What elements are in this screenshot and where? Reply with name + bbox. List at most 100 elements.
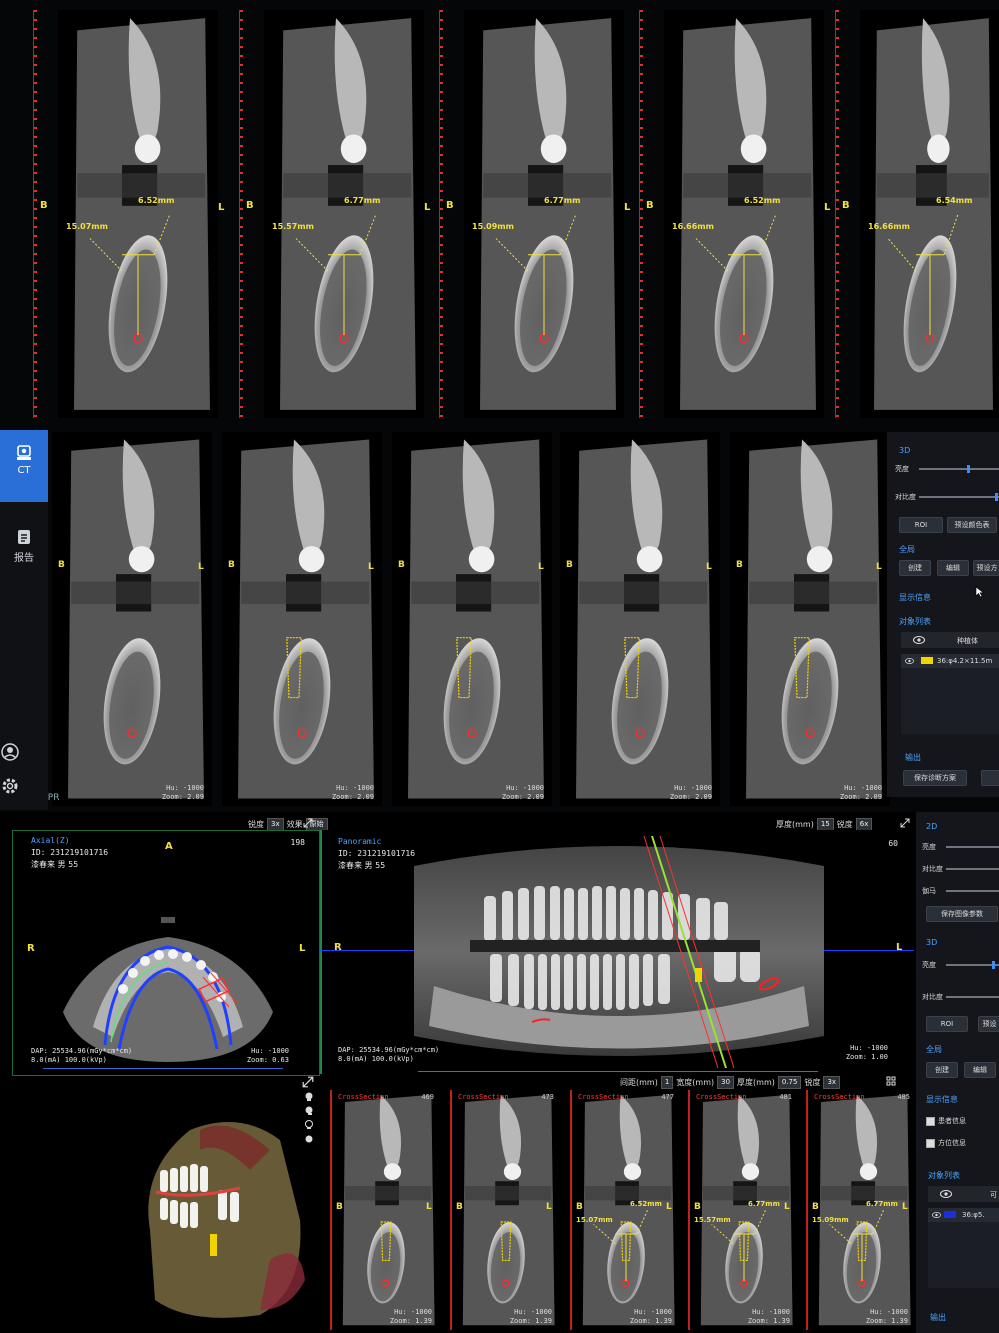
preset-button[interactable]: 预设 bbox=[978, 1016, 999, 1032]
orientation-l: L bbox=[538, 562, 544, 572]
maximize-icon[interactable] bbox=[303, 818, 313, 828]
preset-color-button[interactable]: 预设颜色表 bbox=[947, 517, 997, 533]
roi-button[interactable]: ROI bbox=[899, 517, 943, 533]
eye-icon[interactable] bbox=[940, 1190, 952, 1198]
eye-icon[interactable] bbox=[905, 658, 914, 664]
slice-number: 485 bbox=[897, 1093, 910, 1101]
user-icon[interactable] bbox=[0, 742, 20, 762]
ct-slice-panel[interactable]: B L Hu: -1000 Zoom: 2.09 bbox=[222, 432, 382, 806]
eye-icon[interactable] bbox=[932, 1212, 941, 1218]
cross-section-label: CrossSection bbox=[696, 1093, 747, 1101]
sharpness-label: 锐度 bbox=[836, 820, 853, 829]
ct-slice-panel[interactable]: 15.57mm 6.77mm bbox=[264, 10, 424, 418]
orientation-b: B bbox=[736, 560, 743, 570]
ct-slice-panel[interactable]: 15.07mm 6.52mm bbox=[58, 10, 218, 418]
maximize-icon[interactable] bbox=[900, 818, 910, 828]
ct-slice-panel[interactable]: 15.09mm 6.77mm bbox=[464, 10, 624, 418]
left-sidebar: CT 报告 bbox=[0, 430, 48, 810]
measurement-width: 15.09mm bbox=[472, 222, 514, 231]
3d-render-view[interactable] bbox=[130, 1110, 310, 1325]
create-button[interactable]: 创建 bbox=[899, 560, 931, 576]
settings-icon[interactable] bbox=[0, 776, 20, 796]
implant-name: 36:φ5. bbox=[962, 1211, 985, 1219]
cross-section-view[interactable]: CrossSection 477 B L 15.07mm 6.52mm Hu: -1000 Z… bbox=[570, 1090, 680, 1330]
brightness-slider[interactable] bbox=[919, 465, 999, 473]
create-button[interactable]: 创建 bbox=[926, 1062, 958, 1078]
contrast-3d-slider[interactable] bbox=[946, 996, 999, 998]
ct-slice-panel[interactable]: B L Hu: -1000 Zoom: 2.09 bbox=[730, 432, 890, 806]
ct-slice-panel[interactable]: B L Hu: -1000 Zoom: 2.09 bbox=[392, 432, 552, 806]
gamma-slider[interactable] bbox=[946, 890, 999, 892]
cross-section-view[interactable]: CrossSection 481 B L 15.57mm 6.77mm Hu: -1000 Z… bbox=[688, 1090, 798, 1330]
cross-section-view[interactable]: CrossSection 485 B L 15.09mm 6.77mm Hu: -1000 Z… bbox=[806, 1090, 916, 1330]
object-list-header: 可 bbox=[928, 1186, 999, 1202]
right-panel-bottom: 2D 亮度 对比度 伽马 保存图像参数 3D 亮度 对比度 ROI 预设 全局 … bbox=[916, 812, 999, 1333]
object-list-title: 对象列表 bbox=[928, 1171, 960, 1180]
orientation-b: B bbox=[646, 200, 654, 211]
maximize-icon[interactable] bbox=[302, 1076, 314, 1088]
patient-name: 漆春来 男 55 bbox=[31, 860, 79, 869]
ct-slice-panel[interactable]: 16.66mm 6.54mm bbox=[860, 10, 999, 418]
hu-text: Hu: -1000 bbox=[634, 1308, 672, 1316]
slice-number: 60 bbox=[888, 839, 898, 848]
save-image-params-button[interactable]: 保存图像参数 bbox=[926, 906, 998, 922]
ct-slice-panel[interactable]: B L Hu: -1000 Zoom: 2.09 bbox=[560, 432, 720, 806]
cross-section-view[interactable]: CrossSection 469 B L Hu: -1000 Zoom: 1.39 bbox=[330, 1090, 440, 1330]
width-select[interactable]: 30 bbox=[717, 1076, 735, 1089]
ct-slice-image bbox=[818, 1094, 911, 1326]
ct-slice-image bbox=[680, 18, 816, 410]
measurement-height: 6.77mm bbox=[344, 196, 381, 205]
ct-slice-panel[interactable]: B L Hu: -1000 Zoom: 2.09 bbox=[52, 432, 212, 806]
zoom-text: Zoom: 1.39 bbox=[629, 1317, 672, 1325]
orientation-b: B bbox=[336, 1202, 343, 1212]
slice-number: 469 bbox=[421, 1093, 434, 1101]
edit-button[interactable]: 编辑 bbox=[964, 1062, 996, 1078]
cursor-icon bbox=[975, 586, 985, 598]
effect-label: 效果 bbox=[286, 820, 303, 829]
orientation-info-checkbox[interactable]: 方位信息 bbox=[926, 1138, 966, 1148]
thickness-select[interactable]: 0.75 bbox=[777, 1076, 802, 1089]
measurement-width: 15.09mm bbox=[812, 1216, 849, 1224]
contrast-slider[interactable] bbox=[946, 868, 999, 870]
hu-text: Hu: -1000 bbox=[251, 1047, 289, 1055]
sidebar-item-ct[interactable]: CT bbox=[0, 430, 48, 502]
object-list-title: 对象列表 bbox=[899, 617, 931, 626]
zoom-text: Zoom: 2.09 bbox=[669, 793, 712, 801]
slice-number: 198 bbox=[290, 838, 305, 847]
global-title: 全局 bbox=[926, 1045, 942, 1054]
zoom-text: Zoom: 2.09 bbox=[161, 793, 204, 801]
roi-button[interactable]: ROI bbox=[926, 1016, 968, 1032]
grid-layout-icon[interactable] bbox=[886, 1076, 896, 1086]
patient-info-checkbox[interactable]: 患者信息 bbox=[926, 1116, 966, 1126]
sidebar-item-report[interactable]: 报告 bbox=[0, 518, 48, 590]
brightness-slider[interactable] bbox=[946, 846, 999, 848]
extra-button[interactable] bbox=[981, 770, 999, 786]
hu-zoom-readout: Hu: -1000 Zoom: 2.09 bbox=[670, 784, 712, 802]
measurement-height: 6.54mm bbox=[936, 196, 973, 205]
list-item[interactable]: 36:φ4.2×11.5m bbox=[901, 654, 999, 668]
output-title: 输出 bbox=[905, 753, 921, 762]
cross-section-label: CrossSection bbox=[814, 1093, 865, 1101]
cross-section-view[interactable]: CrossSection 473 B L Hu: -1000 Zoom: 1.39 bbox=[450, 1090, 560, 1330]
ct-slice-panel[interactable]: 16.66mm 6.52mm bbox=[664, 10, 824, 418]
hu-zoom-readout: Hu: -1000 Zoom: 2.09 bbox=[162, 784, 204, 802]
axial-view[interactable]: Axial(Z) ID: 231219101716 漆春来 男 55 198 A… bbox=[12, 830, 320, 1076]
save-plan-button[interactable]: 保存诊断方案 bbox=[903, 770, 967, 786]
orientation-l: L bbox=[198, 562, 204, 572]
preset-button[interactable]: 预设方 bbox=[973, 560, 999, 576]
list-item[interactable]: 36:φ5. bbox=[928, 1208, 999, 1222]
interval-select[interactable]: 1 bbox=[660, 1076, 674, 1089]
contrast-slider[interactable] bbox=[919, 493, 999, 501]
edit-button[interactable]: 编辑 bbox=[937, 560, 969, 576]
sharpness-select[interactable]: 3x bbox=[823, 1076, 841, 1089]
slice-ruler bbox=[239, 10, 243, 418]
hu-zoom-readout: Hu: -1000 Zoom: 1.39 bbox=[630, 1308, 672, 1326]
orientation-l: L bbox=[706, 562, 712, 572]
brightness-3d-slider[interactable] bbox=[946, 961, 999, 969]
orientation-b: B bbox=[842, 200, 850, 211]
slice-ruler bbox=[835, 10, 839, 418]
hu-zoom-readout: Hu: -1000 Zoom: 1.39 bbox=[866, 1308, 908, 1326]
panoramic-view[interactable]: Panoramic ID: 231219101716 漆春来 男 55 60 R… bbox=[320, 830, 914, 1074]
eye-icon[interactable] bbox=[913, 636, 925, 644]
skull-icon[interactable] bbox=[304, 1092, 314, 1102]
